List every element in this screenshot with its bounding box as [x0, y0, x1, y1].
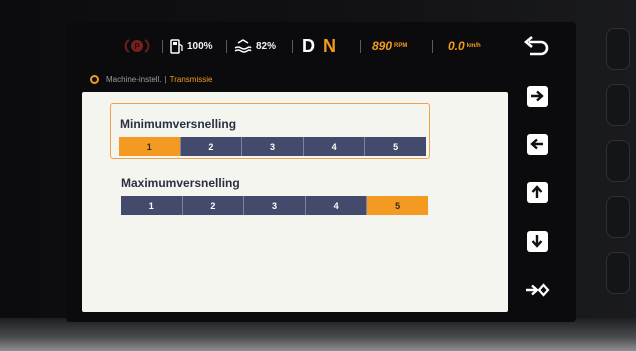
- down-button[interactable]: [523, 230, 551, 252]
- minimum-gear-option-2[interactable]: 2: [180, 137, 243, 156]
- hardware-button-5[interactable]: [606, 252, 630, 294]
- minimum-gear-setting[interactable]: Minimumversnelling 1 2 3 4 5: [110, 103, 430, 159]
- down-button-face: [526, 230, 548, 252]
- rpm-value: 890: [372, 39, 393, 53]
- arrow-down-icon: [531, 235, 543, 248]
- back-arrow-icon: [523, 36, 549, 56]
- parking-brake-indicator: P: [124, 30, 150, 62]
- maximum-gear-label: Maximumversnelling: [121, 176, 240, 190]
- hardware-button-3[interactable]: [606, 140, 630, 182]
- arrow-left-icon: [530, 138, 543, 150]
- fuel-indicator: 100%: [170, 30, 213, 62]
- def-value: 82%: [256, 40, 277, 52]
- gear-neutral: N: [323, 35, 336, 56]
- hardware-button-1[interactable]: [606, 28, 630, 70]
- parking-brake-icon: P: [124, 39, 150, 53]
- device-bezel-bottom: [0, 318, 636, 351]
- status-divider: [162, 40, 163, 53]
- enter-button[interactable]: [523, 279, 551, 301]
- status-divider: [432, 40, 433, 53]
- status-bar: P 100% 82% D N 890 RPM 0.0 km/h: [66, 30, 510, 62]
- minimum-gear-option-1[interactable]: 1: [119, 137, 181, 156]
- navigation-column: [517, 76, 559, 316]
- speed-indicator: 0.0 km/h: [448, 30, 481, 62]
- maximum-gear-option-5[interactable]: 5: [367, 196, 428, 215]
- minimum-gear-label: Minimumversnelling: [120, 117, 237, 131]
- right-button-face: [526, 85, 548, 107]
- minimum-gear-selector: 1 2 3 4 5: [119, 137, 426, 156]
- hardware-button-2[interactable]: [606, 84, 630, 126]
- breadcrumb: Machine-instell. | Transmissie: [90, 70, 212, 88]
- maximum-gear-setting[interactable]: Maximumversnelling 1 2 3 4 5: [112, 170, 428, 220]
- maximum-gear-selector: 1 2 3 4 5: [121, 196, 428, 215]
- hardware-button-4[interactable]: [606, 196, 630, 238]
- minimum-gear-option-4[interactable]: 4: [303, 137, 366, 156]
- def-level-icon: [234, 39, 252, 53]
- right-button[interactable]: [523, 85, 551, 107]
- maximum-gear-option-2[interactable]: 2: [182, 196, 245, 215]
- enter-icon: [526, 283, 550, 297]
- maximum-gear-option-4[interactable]: 4: [305, 196, 368, 215]
- status-divider: [226, 40, 227, 53]
- fuel-value: 100%: [187, 40, 213, 52]
- side-hardware-buttons: [596, 28, 636, 318]
- gear-drive: D: [302, 35, 315, 56]
- gear-indicator: D N: [302, 30, 336, 62]
- left-button[interactable]: [523, 133, 551, 155]
- status-divider: [360, 40, 361, 53]
- speed-unit: km/h: [466, 43, 481, 49]
- rpm-unit: RPM: [394, 43, 408, 49]
- arrow-right-icon: [531, 90, 544, 102]
- back-button[interactable]: [522, 36, 552, 58]
- maximum-gear-option-3[interactable]: 3: [244, 196, 306, 215]
- maximum-gear-option-1[interactable]: 1: [121, 196, 183, 215]
- breadcrumb-separator: |: [164, 74, 167, 84]
- status-divider: [292, 40, 293, 53]
- up-button[interactable]: [523, 181, 551, 203]
- arrow-up-icon: [531, 185, 543, 198]
- minimum-gear-option-5[interactable]: 5: [365, 137, 426, 156]
- speed-value: 0.0: [448, 39, 465, 53]
- svg-text:P: P: [134, 42, 140, 51]
- menu-ring-icon: [90, 74, 99, 84]
- minimum-gear-option-3[interactable]: 3: [242, 137, 304, 156]
- left-button-face: [526, 133, 548, 155]
- up-button-face: [526, 181, 548, 203]
- breadcrumb-parent: Machine-instell.: [106, 74, 162, 84]
- rpm-indicator: 890 RPM: [372, 30, 407, 62]
- def-indicator: 82%: [234, 30, 276, 62]
- settings-panel: Minimumversnelling 1 2 3 4 5 Maximumvers…: [82, 92, 508, 312]
- display-screen: P 100% 82% D N 890 RPM 0.0 km/h Machine-…: [66, 22, 576, 322]
- fuel-icon: [170, 38, 183, 54]
- breadcrumb-current: Transmissie: [169, 74, 213, 84]
